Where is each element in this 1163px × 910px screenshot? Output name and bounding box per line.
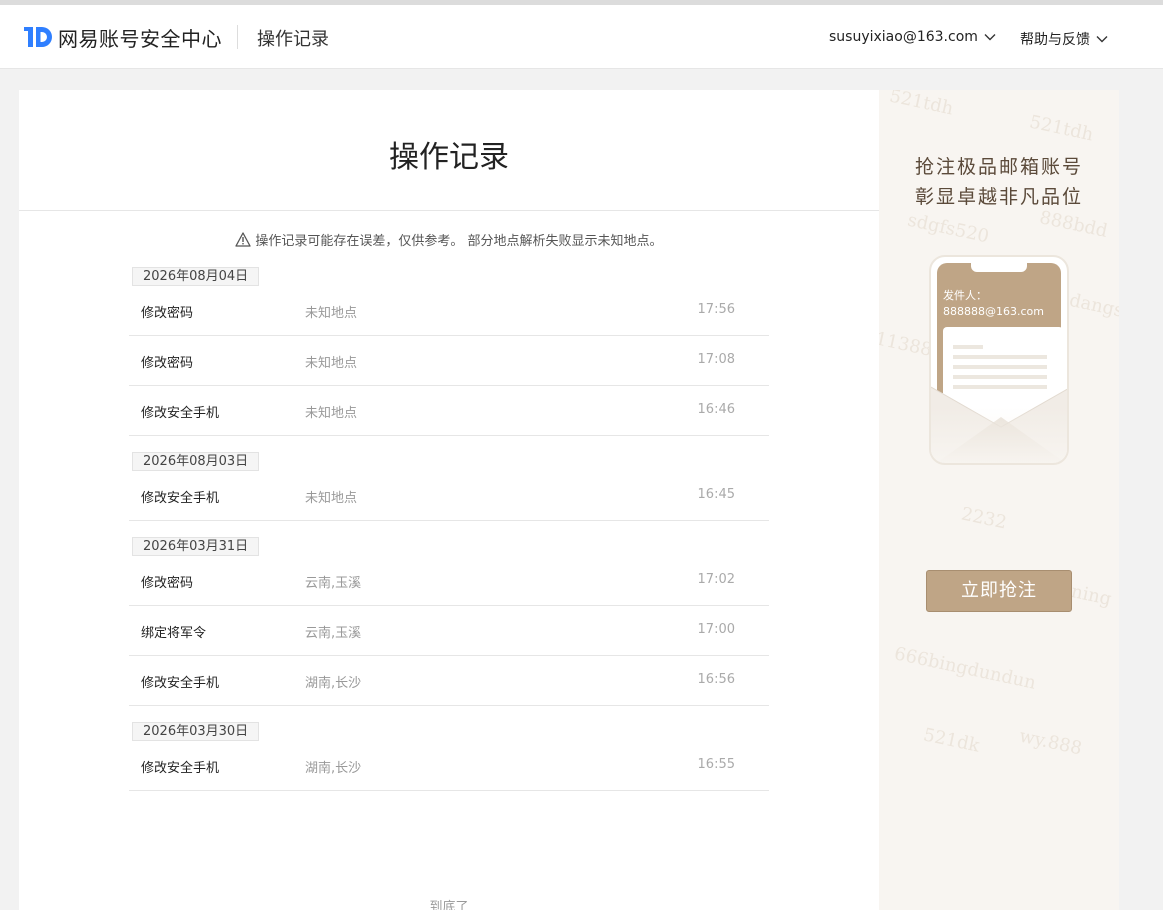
chevron-down-icon	[1096, 36, 1108, 43]
netease-id-logo-icon[interactable]	[24, 24, 54, 50]
ad-watermark: sdgfs520	[905, 209, 991, 248]
ad-watermark: 521tdh	[887, 90, 956, 120]
letter-line	[953, 355, 1047, 359]
operation-name: 修改安全手机	[141, 491, 220, 506]
table-row: 修改密码 云南,玉溪 17:02	[129, 556, 769, 606]
user-menu[interactable]: susuyixiao@163.com	[829, 29, 996, 45]
operation-location: 未知地点	[305, 406, 358, 421]
record-group: 2026年08月04日 修改密码 未知地点 17:56 修改密码 未知地点 17…	[129, 265, 769, 436]
operation-location: 未知地点	[305, 356, 358, 371]
table-row: 修改安全手机 湖南,长沙 16:56	[129, 656, 769, 706]
operation-time: 16:55	[697, 757, 735, 772]
end-of-list-text: 到底了	[429, 900, 469, 910]
operation-time: 16:56	[697, 672, 735, 687]
operation-name: 修改安全手机	[141, 761, 220, 776]
header: 网易账号安全中心 操作记录 susuyixiao@163.com 帮助与反馈	[0, 5, 1163, 69]
operation-name: 修改安全手机	[141, 676, 220, 691]
record-group: 2026年03月30日 修改安全手机 湖南,长沙 16:55	[129, 720, 769, 791]
operation-record-card: 操作记录 操作记录可能存在误差，仅供参考。 部分地点解析失败显示未知地点。 20…	[19, 90, 879, 910]
operation-time: 16:45	[697, 487, 735, 502]
table-row: 修改密码 未知地点 17:08	[129, 336, 769, 386]
user-email: susuyixiao@163.com	[829, 29, 978, 45]
ad-panel[interactable]: 521tdh 521tdh sdgfs520 888bdd 11388 dang…	[879, 90, 1119, 910]
operation-time: 17:56	[697, 302, 735, 317]
operation-name: 修改密码	[141, 306, 194, 321]
ad-watermark: wy.888	[1017, 725, 1084, 760]
table-row: 修改密码 未知地点 17:56	[129, 286, 769, 336]
operation-name: 绑定将军令	[141, 626, 207, 641]
chevron-down-icon	[984, 34, 996, 41]
sender-email: 888888@163.com	[943, 305, 1044, 318]
table-row: 修改安全手机 未知地点 16:46	[129, 386, 769, 436]
ad-watermark: 2232	[959, 503, 1009, 534]
letter-line	[953, 365, 1047, 369]
ad-watermark: 666bingdundun	[892, 643, 1038, 694]
header-divider	[237, 25, 238, 49]
help-feedback-menu[interactable]: 帮助与反馈	[1020, 29, 1108, 49]
operation-time: 17:02	[697, 572, 735, 587]
title-divider	[19, 210, 879, 211]
ad-headline-1: 抢注极品邮箱账号	[914, 156, 1083, 178]
operation-location: 云南,玉溪	[305, 626, 362, 641]
ad-watermark: 888bdd	[1037, 207, 1110, 242]
date-tag: 2026年03月30日	[132, 722, 260, 741]
notice: 操作记录可能存在误差，仅供参考。 部分地点解析失败显示未知地点。	[19, 230, 879, 249]
letter-line	[953, 345, 983, 349]
record-list: 2026年08月04日 修改密码 未知地点 17:56 修改密码 未知地点 17…	[129, 265, 769, 805]
date-tag: 2026年08月04日	[132, 267, 260, 286]
operation-time: 16:46	[697, 402, 735, 417]
help-feedback-label: 帮助与反馈	[1020, 32, 1090, 48]
record-group: 2026年03月31日 修改密码 云南,玉溪 17:02 绑定将军令 云南,玉溪…	[129, 535, 769, 706]
operation-location: 未知地点	[305, 491, 358, 506]
date-tag: 2026年03月31日	[132, 537, 260, 556]
header-page-name: 操作记录	[257, 29, 329, 50]
operation-location: 云南,玉溪	[305, 576, 362, 591]
operation-name: 修改安全手机	[141, 406, 220, 421]
date-tag: 2026年08月03日	[132, 452, 260, 471]
record-group: 2026年08月03日 修改安全手机 未知地点 16:45	[129, 450, 769, 521]
page-title: 操作记录	[389, 140, 509, 175]
register-now-button[interactable]: 立即抢注	[926, 570, 1072, 612]
operation-time: 17:00	[697, 622, 735, 637]
notice-text: 操作记录可能存在误差，仅供参考。 部分地点解析失败显示未知地点。	[255, 234, 663, 249]
phone-fade	[931, 407, 1067, 463]
operation-location: 未知地点	[305, 306, 358, 321]
phone-illustration: 发件人： 888888@163.com	[929, 255, 1069, 465]
operation-name: 修改密码	[141, 576, 194, 591]
brand-name[interactable]: 网易账号安全中心	[58, 23, 222, 52]
ad-watermark: dangst	[1067, 289, 1119, 324]
table-row: 绑定将军令 云南,玉溪 17:00	[129, 606, 769, 656]
operation-name: 修改密码	[141, 356, 194, 371]
operation-location: 湖南,长沙	[305, 761, 362, 776]
operation-time: 17:08	[697, 352, 735, 367]
phone-notch	[971, 263, 1027, 272]
table-row: 修改安全手机 未知地点 16:45	[129, 471, 769, 521]
ad-watermark: 521dk	[921, 724, 982, 757]
warning-icon	[235, 232, 252, 247]
operation-location: 湖南,长沙	[305, 676, 362, 691]
ad-watermark: 11388	[879, 328, 934, 361]
ad-watermark: ning	[1069, 581, 1114, 610]
table-row: 修改安全手机 湖南,长沙 16:55	[129, 741, 769, 791]
sender-label: 发件人：	[943, 289, 987, 302]
ad-headline-2: 彰显卓越非凡品位	[914, 186, 1083, 208]
ad-watermark: 521tdh	[1027, 111, 1096, 146]
